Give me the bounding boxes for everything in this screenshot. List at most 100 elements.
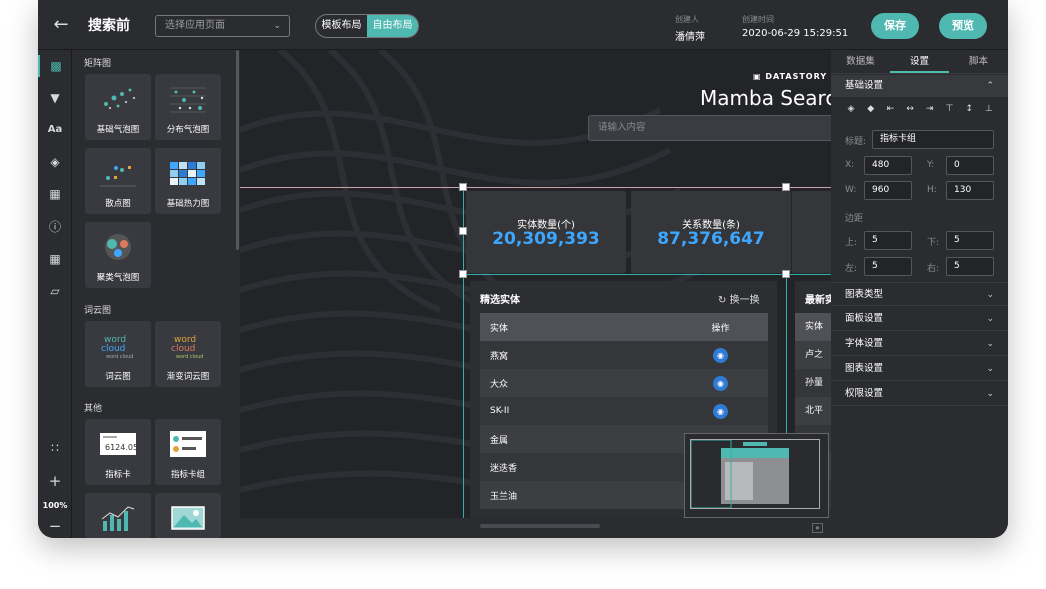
send-backward-icon[interactable]: ◆ <box>865 104 877 118</box>
filter-icon[interactable]: ▼ <box>38 87 72 109</box>
view-eye-icon[interactable]: ◉ <box>713 403 728 419</box>
table-row[interactable]: 燕窝 ◉ <box>480 341 768 369</box>
section-label: 权限设置 <box>845 388 884 399</box>
chevron-down-icon: ⌄ <box>986 339 994 349</box>
tab-settings[interactable]: 设置 <box>890 50 949 73</box>
margin-left-label: 左: <box>845 264 858 274</box>
brand-logo-text: DATASTORY <box>765 72 828 81</box>
zoom-out-icon[interactable]: − <box>38 515 72 537</box>
resize-handle[interactable] <box>782 270 790 278</box>
created-info: 创建时间 2020-06-29 15:29:51 <box>742 14 848 39</box>
canvas-minimap[interactable] <box>684 433 829 518</box>
list-item[interactable]: 卢之 <box>795 341 831 369</box>
minimap-viewport[interactable] <box>690 439 820 509</box>
title-input[interactable]: 指标卡组 <box>872 130 994 149</box>
margin-top-input[interactable]: 5 <box>864 231 912 250</box>
image-icon <box>171 506 205 530</box>
component-panel-scrollbar[interactable] <box>236 50 239 250</box>
align-center-icon[interactable]: ↔ <box>904 104 916 118</box>
list-item[interactable]: 孙量 <box>795 369 831 397</box>
component-distribution-bubble[interactable]: 分布气泡图 <box>155 74 221 140</box>
h-input[interactable]: 130 <box>946 181 994 200</box>
view-eye-icon[interactable]: ◉ <box>713 347 728 363</box>
chevron-down-icon: ⌄ <box>986 314 994 324</box>
template-layout-button[interactable]: 模板布局 <box>316 15 367 37</box>
preview-button[interactable]: 预览 <box>939 13 987 39</box>
view-eye-icon[interactable]: ◉ <box>713 375 728 391</box>
component-combo-chart[interactable] <box>85 493 151 538</box>
align-left-icon[interactable]: ⇤ <box>884 104 896 118</box>
page-title: 搜索前 <box>88 18 130 34</box>
margin-left-input[interactable]: 5 <box>864 257 912 276</box>
cube-icon[interactable]: ▱ <box>38 280 72 302</box>
margin-right-input[interactable]: 5 <box>946 257 994 276</box>
w-input[interactable]: 960 <box>864 181 912 200</box>
swap-button[interactable]: ↻ 换一换 <box>718 291 760 306</box>
back-arrow-icon[interactable]: ← <box>50 14 72 36</box>
basic-settings-header[interactable]: 基础设置 ⌃ <box>831 75 1008 97</box>
book-icon[interactable]: ▦ <box>38 183 72 205</box>
layers-icon[interactable]: ◈ <box>38 151 72 173</box>
component-label: 指标卡组 <box>170 470 205 480</box>
component-scatter[interactable]: 散点图 <box>85 148 151 214</box>
align-middle-icon[interactable]: ↕ <box>963 104 975 118</box>
column-header: 实体 <box>795 313 831 341</box>
chart-settings-section[interactable]: 图表设置 ⌄ <box>831 357 1008 381</box>
bar-chart-icon[interactable]: ▩ <box>38 55 72 77</box>
component-metric-card[interactable]: 6124.05 指标卡 <box>85 419 151 485</box>
stat-card-entities[interactable]: 实体数量(个) 20,309,393 <box>466 191 626 273</box>
tab-script[interactable]: 脚本 <box>949 50 1008 73</box>
resize-handle[interactable] <box>459 227 467 235</box>
component-gradient-wordcloud[interactable]: word cloud word cloud 渐变词云图 <box>155 321 221 387</box>
canvas-search-input[interactable]: 请输入内容 <box>588 115 831 141</box>
x-label: X: <box>845 160 855 170</box>
created-time: 2020-06-29 15:29:51 <box>742 28 849 39</box>
zoom-in-icon[interactable]: + <box>38 470 72 492</box>
table-row[interactable]: SK-II ◉ <box>480 397 768 425</box>
page-select[interactable]: 选择应用页面 ⌄ <box>155 15 290 37</box>
bring-forward-icon[interactable]: ◈ <box>845 104 857 118</box>
component-metric-card-group[interactable]: 指标卡组 <box>155 419 221 485</box>
title-label: 标题: <box>845 137 867 147</box>
resize-handle[interactable] <box>782 183 790 191</box>
info-icon[interactable]: ⓘ <box>38 216 72 238</box>
design-canvas[interactable]: ▣ DATASTORY Mamba Search 请输入内容 实体数量(个) 2… <box>240 50 831 518</box>
x-input[interactable]: 480 <box>864 156 912 175</box>
align-right-icon[interactable]: ⇥ <box>924 104 936 118</box>
font-settings-section[interactable]: 字体设置 ⌄ <box>831 332 1008 356</box>
panel-settings-section[interactable]: 面板设置 ⌄ <box>831 307 1008 331</box>
save-button[interactable]: 保存 <box>871 13 919 39</box>
properties-panel: 数据集 设置 脚本 基础设置 ⌃ ◈ ◆ ⇤ ↔ ⇥ ⊤ ↕ ⊥ 标题: 指标卡… <box>831 50 1008 538</box>
creator-info: 创建人 潘倩萍 <box>675 14 705 43</box>
component-image[interactable] <box>155 493 221 538</box>
metric-card-group-icon <box>170 431 206 457</box>
text-icon[interactable]: Aa <box>38 119 72 141</box>
y-input[interactable]: 0 <box>946 156 994 175</box>
component-cluster-bubble[interactable]: 聚类气泡图 <box>85 222 151 288</box>
brand-logo: ▣ DATASTORY <box>753 72 828 81</box>
free-layout-button[interactable]: 自由布局 <box>367 15 418 37</box>
component-basic-bubble[interactable]: 基础气泡图 <box>85 74 151 140</box>
margin-bottom-label: 下: <box>927 238 940 248</box>
apps-grid-icon[interactable]: ∷ <box>38 437 72 459</box>
expand-icon[interactable]: » <box>812 523 823 533</box>
list-item[interactable]: 北平 <box>795 397 831 425</box>
entity-name: 迷迭香 <box>490 463 518 474</box>
scrollbar-thumb[interactable] <box>480 524 600 528</box>
widgets-icon[interactable]: ▦ <box>38 248 72 270</box>
permission-settings-section[interactable]: 权限设置 ⌄ <box>831 382 1008 406</box>
creator-label: 创建人 <box>675 15 699 24</box>
resize-handle[interactable] <box>459 270 467 278</box>
align-bottom-icon[interactable]: ⊥ <box>983 104 995 118</box>
stat-card-relations[interactable]: 关系数量(条) 87,376,647 <box>631 191 791 273</box>
table-row[interactable]: 大众 ◉ <box>480 369 768 397</box>
margin-bottom-input[interactable]: 5 <box>946 231 994 250</box>
chart-type-section[interactable]: 图表类型 ⌄ <box>831 282 1008 306</box>
tab-dataset[interactable]: 数据集 <box>831 50 890 73</box>
component-wordcloud[interactable]: word cloud word cloud 词云图 <box>85 321 151 387</box>
component-basic-heatmap[interactable]: 基础热力图 <box>155 148 221 214</box>
canvas-horizontal-scrollbar[interactable]: » <box>240 518 831 538</box>
stat-card-partial[interactable] <box>792 191 831 273</box>
resize-handle[interactable] <box>459 183 467 191</box>
align-top-icon[interactable]: ⊤ <box>944 104 956 118</box>
